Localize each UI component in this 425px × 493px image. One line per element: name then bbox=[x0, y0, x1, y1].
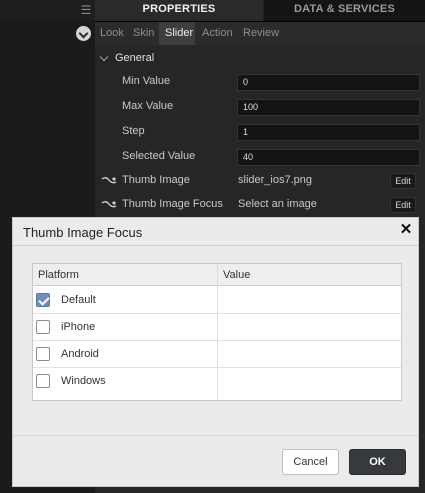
link-icon bbox=[101, 201, 117, 208]
ok-button[interactable]: OK bbox=[349, 449, 406, 475]
column-header-value[interactable]: Value bbox=[223, 269, 250, 281]
subtab-look[interactable]: Look bbox=[100, 22, 124, 45]
row-label: iPhone bbox=[61, 321, 96, 333]
table-row[interactable]: iPhone bbox=[33, 314, 401, 341]
thumb-image-value: slider_ios7.png bbox=[238, 174, 312, 186]
prop-label-min: Min Value bbox=[122, 75, 171, 87]
row-label: Default bbox=[61, 294, 96, 306]
selected-value-input[interactable]: 40 bbox=[237, 149, 420, 166]
row-label: Windows bbox=[61, 375, 106, 387]
max-value-input[interactable]: 100 bbox=[237, 99, 420, 116]
thumb-image-focus-edit-button[interactable]: Edit bbox=[390, 197, 416, 213]
step-input[interactable]: 1 bbox=[237, 124, 420, 141]
subtab-bar: Look Skin Slider Action Review bbox=[95, 22, 425, 45]
footer-divider bbox=[13, 435, 418, 436]
dialog-title: Thumb Image Focus bbox=[23, 225, 143, 240]
link-icon bbox=[101, 177, 117, 184]
subtab-review[interactable]: Review bbox=[243, 22, 279, 45]
row-label: Android bbox=[61, 348, 99, 360]
subtab-skin[interactable]: Skin bbox=[133, 22, 154, 45]
table-row[interactable]: Default bbox=[33, 287, 401, 314]
tab-properties[interactable]: PROPERTIES bbox=[95, 0, 263, 21]
checkbox-android[interactable] bbox=[36, 347, 50, 361]
subtab-slider[interactable]: Slider bbox=[159, 22, 195, 45]
prop-label-thumb-image-focus: Thumb Image Focus bbox=[122, 198, 223, 210]
prop-label-selected: Selected Value bbox=[122, 150, 196, 162]
column-header-platform[interactable]: Platform bbox=[38, 269, 79, 281]
group-title[interactable]: General bbox=[115, 52, 154, 64]
thumb-image-focus-dialog: Thumb Image Focus ✕ Platform Value Defau… bbox=[12, 217, 419, 487]
close-icon[interactable]: ✕ bbox=[399, 222, 413, 238]
thumb-image-edit-button[interactable]: Edit bbox=[390, 173, 416, 189]
table-row[interactable]: Android bbox=[33, 341, 401, 368]
tab-data-services[interactable]: DATA & SERVICES bbox=[264, 0, 425, 21]
prop-label-max: Max Value bbox=[122, 100, 174, 112]
cancel-button[interactable]: Cancel bbox=[282, 449, 339, 475]
prop-label-step: Step bbox=[122, 125, 145, 137]
platform-table: Platform Value Default iPhone Android Wi… bbox=[32, 263, 402, 401]
checkbox-windows[interactable] bbox=[36, 374, 50, 388]
table-row[interactable]: Windows bbox=[33, 368, 401, 395]
checkbox-default[interactable] bbox=[36, 293, 50, 307]
collapse-chevron-icon[interactable] bbox=[76, 26, 91, 41]
subtab-action[interactable]: Action bbox=[202, 22, 233, 45]
divider bbox=[13, 245, 418, 246]
thumb-image-focus-value: Select an image bbox=[238, 198, 317, 210]
prop-label-thumb-image: Thumb Image bbox=[122, 174, 190, 186]
min-value-input[interactable]: 0 bbox=[237, 74, 420, 91]
checkbox-iphone[interactable] bbox=[36, 320, 50, 334]
menu-icon[interactable]: ☰ bbox=[80, 3, 92, 17]
